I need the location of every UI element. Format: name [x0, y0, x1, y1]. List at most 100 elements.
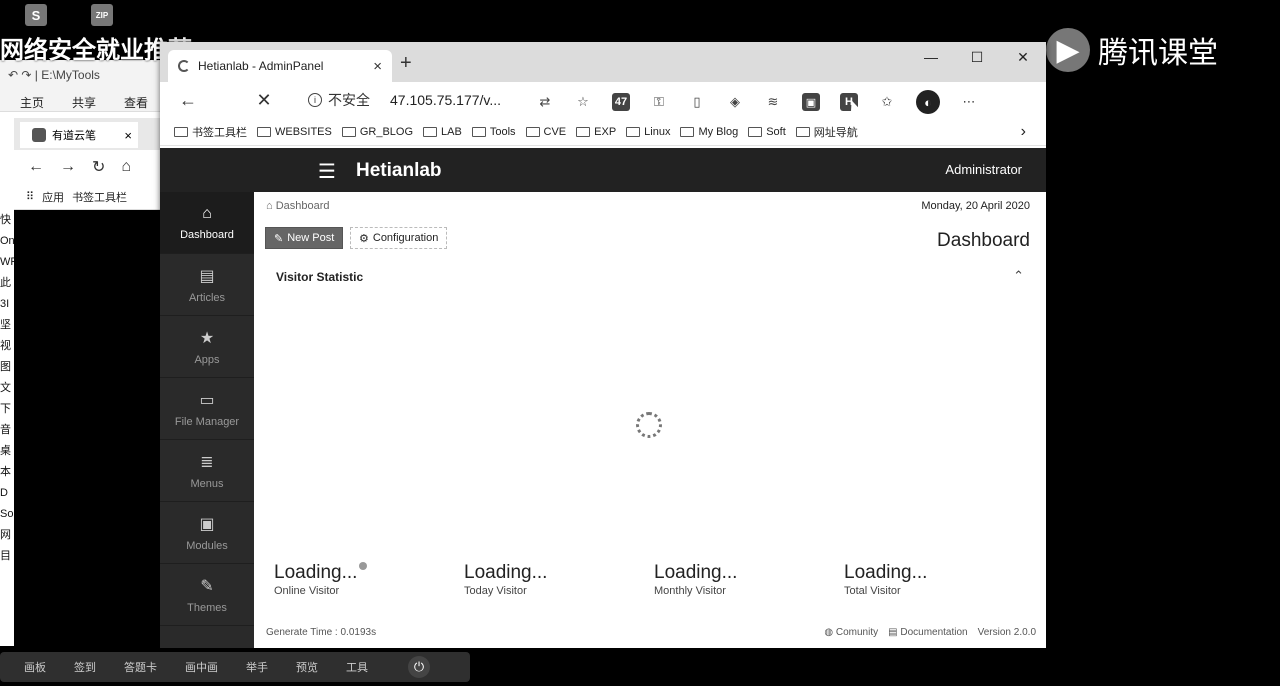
extension-lock-icon[interactable]: ⚿ [650, 93, 668, 111]
profile-avatar-icon[interactable]: ◐ [916, 90, 940, 114]
back-button[interactable]: ← [168, 90, 208, 111]
bookmark-folder[interactable]: 书签工具栏 [174, 124, 247, 140]
reading-list-icon[interactable]: ✩ [878, 93, 896, 111]
back-icon[interactable]: ← [28, 158, 44, 176]
background-tab[interactable]: 有道云笔 × [20, 122, 138, 148]
bookmark-folder[interactable]: LAB [423, 126, 462, 138]
sidebar-item-apps[interactable]: ★ Apps [160, 316, 254, 378]
chevron-up-icon[interactable]: ⌃ [1013, 268, 1024, 284]
bookmark-apps[interactable]: 应用 [42, 189, 64, 205]
sidebar-item-label: Apps [194, 353, 220, 366]
tab-view[interactable]: 查看 [124, 94, 148, 111]
sidebar-item-menus[interactable]: ≣ Menus [160, 440, 254, 502]
breadcrumb-item[interactable]: Dashboard [276, 200, 330, 212]
quick-access-toolbar: ↶ ↷ | E:\MyTools [8, 68, 100, 82]
stat-label: Today Visitor [464, 585, 527, 597]
community-link[interactable]: ◍ Comunity [824, 627, 878, 638]
bookmark-folder[interactable]: My Blog [680, 126, 738, 138]
minimize-button[interactable]: — [908, 42, 954, 72]
list-icon: ≣ [200, 453, 214, 471]
browser-menu-icon[interactable]: ⋯ [960, 93, 978, 111]
configuration-button[interactable]: ⚙ Configuration [350, 227, 448, 249]
sidebar-item-label: Menus [190, 477, 224, 490]
tab-close-icon[interactable]: × [373, 58, 382, 75]
home-icon[interactable]: ⌂ [121, 158, 131, 176]
tab-home[interactable]: 主页 [20, 94, 44, 111]
bookmark-star-icon[interactable]: ☆ [574, 93, 592, 111]
sidebar-item-themes[interactable]: ✎ Themes [160, 564, 254, 626]
bookmark-folder[interactable]: Tools [471, 126, 516, 138]
url-text[interactable]: 47.105.75.177/v... [390, 92, 501, 108]
forward-icon[interactable]: → [60, 158, 76, 176]
bookmark-folder[interactable]: 网址导航 [795, 124, 858, 140]
folder-icon [423, 126, 438, 137]
translate-icon[interactable]: ⇄ [536, 93, 554, 111]
bookmark-folder[interactable]: GR_BLOG [341, 125, 414, 138]
folder-icon [626, 126, 641, 137]
sidebar-item-label: Themes [187, 601, 227, 614]
hamburger-menu-icon[interactable]: ☰ [318, 159, 336, 184]
reload-icon[interactable]: ↻ [92, 157, 105, 177]
bookmark-folder[interactable]: WEBSITES [257, 126, 332, 138]
toolbar-item-sign-in[interactable]: 签到 [74, 659, 96, 675]
documentation-link[interactable]: ▤ Documentation [888, 627, 968, 638]
toolbar-item-preview[interactable]: 预览 [296, 659, 318, 675]
folder-icon [680, 126, 695, 137]
bookmark-folder[interactable]: Soft [748, 126, 786, 138]
stat-value: Loading... [844, 562, 928, 583]
maximize-button[interactable]: ☐ [954, 42, 1000, 72]
toolbar-item-raise-hand[interactable]: 举手 [246, 659, 268, 675]
stop-button[interactable]: ✕ [244, 90, 284, 111]
bookmark-label: GR_BLOG [359, 125, 414, 138]
sidebar-item-articles[interactable]: ▤ Articles [160, 254, 254, 316]
stat-value: Loading... [464, 562, 548, 583]
new-post-button[interactable]: ✎ New Post [265, 227, 344, 249]
top-navbar: ☰ Hetianlab Administrator [160, 148, 1046, 192]
toolbar-item-picture-in-picture[interactable]: 画中画 [185, 659, 218, 675]
bookmark-toolbar[interactable]: 书签工具栏 [72, 189, 127, 205]
pencil-icon: ✎ [274, 232, 284, 245]
extension-phone-icon[interactable]: ▯ [688, 93, 706, 111]
bookmark-folder[interactable]: Linux [626, 126, 670, 138]
bookmark-folder[interactable]: CVE [525, 126, 566, 138]
apps-grid-icon[interactable]: ⠿ [26, 190, 34, 203]
security-label: 不安全 [328, 92, 370, 108]
extension-wifi-icon[interactable]: ≋ [764, 93, 782, 111]
status-dot-icon [359, 562, 368, 570]
stat-label: Total Visitor [844, 585, 901, 597]
user-menu[interactable]: Administrator [945, 162, 1022, 177]
stat-total-visitor: Loading... Total Visitor [844, 562, 1034, 597]
info-icon[interactable]: i [308, 93, 322, 107]
brand-title[interactable]: Hetianlab [356, 160, 442, 182]
extension-47-icon[interactable]: 47 [612, 93, 630, 111]
tab-share[interactable]: 共享 [72, 94, 96, 111]
close-icon[interactable]: × [124, 128, 132, 143]
background-tab-title: 有道云笔 [52, 130, 96, 142]
sidebar-item-dashboard[interactable]: ⌂ Dashboard [160, 192, 254, 254]
sidebar-item-file-manager[interactable]: ▭ File Manager [160, 378, 254, 440]
extension-tag-icon[interactable]: ◈ [726, 93, 744, 111]
bookmark-folder[interactable]: EXP [576, 126, 616, 138]
close-window-button[interactable]: ✕ [1000, 42, 1046, 72]
background-browser-window: 有道云笔 × ← → ↻ ⌂ ⠿ 应用 书签工具栏 [14, 118, 170, 686]
toolbar-item-tools[interactable]: 工具 [346, 659, 368, 675]
toolbar-item-drawing-board[interactable]: 画板 [24, 659, 46, 675]
inbox-icon: ▣ [199, 515, 215, 533]
sidebar-item-modules[interactable]: ▣ Modules [160, 502, 254, 564]
extension-window-icon[interactable]: ▣ [802, 93, 820, 111]
configuration-label: Configuration [372, 232, 439, 244]
more-bookmarks-chevron-icon[interactable]: › [1021, 123, 1026, 141]
address-bar[interactable]: i 不安全 47.105.75.177/v... [308, 90, 501, 110]
power-icon[interactable]: ⏻ [408, 656, 430, 678]
folder-open-icon: ▭ [199, 391, 215, 409]
background-nav: ← → ↻ ⌂ [14, 150, 170, 184]
app-icon: S [25, 4, 47, 26]
zip-icon: ZIP [91, 4, 113, 26]
file-explorer-window: ↶ ↷ | E:\MyTools 主页 共享 查看 快 On WP 此 3I 坚… [0, 60, 170, 686]
stat-online-visitor: Loading... Online Visitor [274, 562, 464, 597]
home-icon: ⌂ [202, 204, 212, 222]
browser-tab-active[interactable]: Hetianlab - AdminPanel × [168, 50, 392, 82]
toolbar-item-answer-card[interactable]: 答题卡 [124, 659, 157, 675]
new-tab-button[interactable]: + [400, 52, 412, 75]
bookmark-label: 书签工具栏 [192, 126, 247, 139]
